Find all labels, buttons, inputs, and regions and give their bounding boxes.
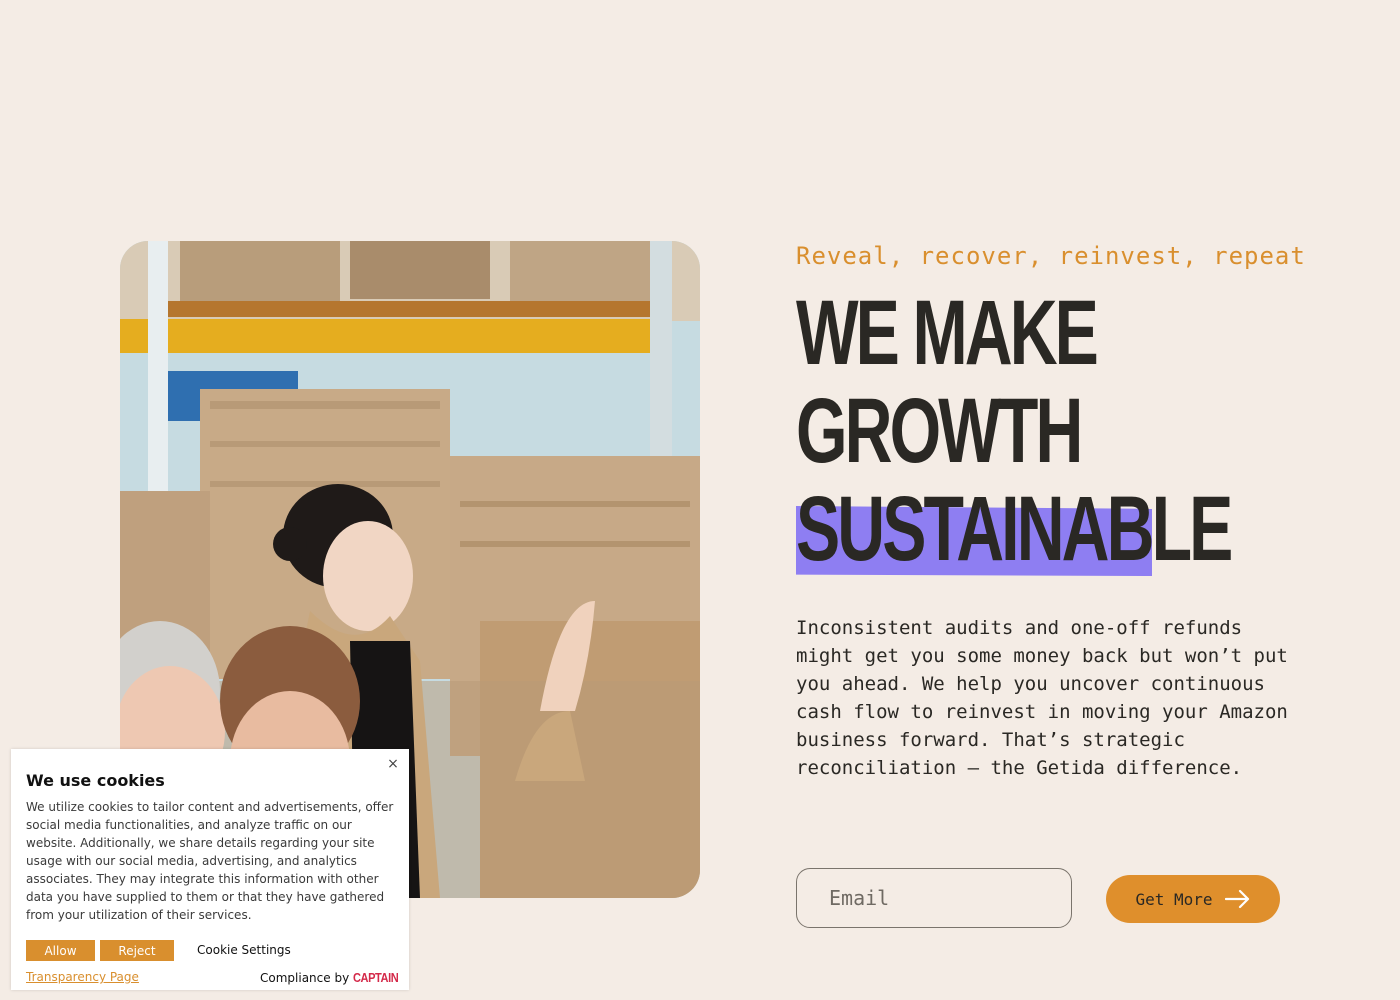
headline-line-1: WE MAKE [796,282,1099,384]
cookie-banner: × We use cookies We utilize cookies to t… [11,749,409,990]
allow-cookies-button[interactable]: Allow [26,940,95,961]
hero-description: Inconsistent audits and one-off refunds … [796,617,1288,779]
headline: WE MAKE GROWTH SUSTAINABLE [796,282,1233,580]
get-more-button[interactable]: Get More [1106,875,1280,923]
reject-cookies-button[interactable]: Reject [100,940,174,961]
cookie-description: We utilize cookies to tailor content and… [26,800,394,922]
cookie-title: We use cookies [26,771,165,790]
email-input[interactable] [796,868,1072,928]
compliance-label: Compliance by [260,970,350,985]
get-more-label: Get More [1135,889,1213,909]
captain-logo[interactable]: CAPTAIN [353,970,399,985]
arrow-right-icon [1224,889,1251,909]
cookie-settings-link[interactable]: Cookie Settings [197,943,291,957]
transparency-page-link[interactable]: Transparency Page [26,970,139,984]
headline-line-2: GROWTH [796,380,1083,482]
close-icon[interactable]: × [385,756,401,772]
compliance-credit: Compliance by CAPTAIN [260,970,406,985]
tagline: Reveal, recover, reinvest, repeat [796,242,1306,270]
headline-line-3: SUSTAINABLE [796,478,1233,580]
